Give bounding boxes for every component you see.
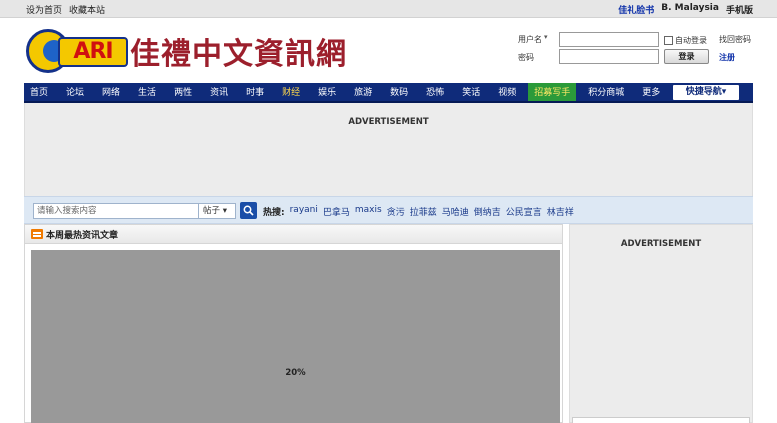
nav-item-more[interactable]: 更多 <box>636 83 666 101</box>
advertisement-label: ADVERTISEMENT <box>620 239 702 249</box>
panel-header: 本周最热资讯文章 <box>25 225 562 244</box>
nav-item-video[interactable]: 视频 <box>492 83 522 101</box>
quick-nav-button[interactable]: 快捷导航▾ <box>673 85 739 100</box>
mobile-version-link[interactable]: 手机版 <box>726 3 753 16</box>
nav-item-jokes[interactable]: 笑话 <box>456 83 486 101</box>
logo-mark: ARI <box>24 27 128 75</box>
nav-item-finance[interactable]: 财经 <box>276 83 306 101</box>
forgot-password-link[interactable]: 找回密码 <box>719 34 751 45</box>
nav-item-points-mall[interactable]: 积分商城 <box>582 83 630 101</box>
top-advertisement[interactable]: ADVERTISEMENT <box>24 103 753 196</box>
nav-item-travel[interactable]: 旅游 <box>348 83 378 101</box>
nav-item-relationship[interactable]: 两性 <box>168 83 198 101</box>
panel-title: 本周最热资讯文章 <box>46 230 119 241</box>
news-icon <box>31 229 43 239</box>
logo-chinese-name: 佳禮中文資訊網 <box>130 37 347 72</box>
header: ARI 佳禮中文資訊網 用户名 ▾ 自动登录 找回密码 密码 登录 注册 <box>24 18 753 82</box>
search-bar: 请输入搜索内容 帖子 ▾ 热搜: rayani 巴拿马 maxis 贪污 拉菲兹… <box>24 196 753 224</box>
hot-tag[interactable]: 马哈迪 <box>442 205 469 218</box>
nav-item-recruit-writers[interactable]: 招募写手 <box>528 83 577 101</box>
set-homepage-link[interactable]: 设为首页 <box>26 3 62 16</box>
quick-nav-label: 快捷导航 <box>685 87 722 97</box>
nav-item-entertainment[interactable]: 娱乐 <box>312 83 342 101</box>
auto-login-checkbox[interactable]: 自动登录 <box>664 35 707 46</box>
hot-tag[interactable]: 公民宣言 <box>506 205 542 218</box>
hot-tag[interactable]: rayani <box>290 205 318 218</box>
loading-percent: 20% <box>285 368 306 378</box>
hot-search-list: 热搜: rayani 巴拿马 maxis 贪污 拉菲兹 马哈迪 倒纳吉 公民宣言… <box>263 205 574 218</box>
username-label: 用户名 <box>518 35 542 44</box>
caret-down-icon: ▾ <box>721 87 727 97</box>
nav-item-home[interactable]: 首页 <box>24 83 54 101</box>
search-input[interactable]: 请输入搜索内容 <box>33 203 199 219</box>
top-bar: 设为首页 收藏本站 佳礼脸书 B. Malaysia 手机版 <box>0 0 777 18</box>
search-type-label: 帖子 <box>203 206 221 216</box>
logo-ari-text: ARI <box>58 37 128 67</box>
bookmark-site-link[interactable]: 收藏本站 <box>69 3 105 16</box>
nav-item-life[interactable]: 生活 <box>132 83 162 101</box>
nav-item-news[interactable]: 资讯 <box>204 83 234 101</box>
username-input[interactable] <box>559 32 659 47</box>
site-logo[interactable]: ARI 佳禮中文資訊網 <box>24 26 374 76</box>
facebook-link[interactable]: 佳礼脸书 <box>618 3 654 16</box>
password-label: 密码 <box>518 53 534 62</box>
hot-tag[interactable]: 贪污 <box>387 205 405 218</box>
side-widget-card <box>572 417 750 423</box>
nav-item-horror[interactable]: 恐怖 <box>420 83 450 101</box>
password-input[interactable] <box>559 49 659 64</box>
nav-item-current-affairs[interactable]: 时事 <box>240 83 270 101</box>
chevron-down-icon[interactable]: ▾ <box>544 33 548 41</box>
search-icon <box>243 205 254 216</box>
auto-login-label: 自动登录 <box>675 36 707 45</box>
hot-tag[interactable]: 拉菲兹 <box>410 205 437 218</box>
side-advertisement[interactable]: ADVERTISEMENT <box>569 224 753 423</box>
nav-item-internet[interactable]: 网络 <box>96 83 126 101</box>
hot-search-label: 热搜: <box>263 208 285 218</box>
hot-articles-panel: 本周最热资讯文章 20% <box>24 224 563 423</box>
top-left-links: 设为首页 收藏本站 <box>26 3 105 16</box>
caret-down-icon: ▾ <box>220 206 227 216</box>
nav-item-forum[interactable]: 论坛 <box>60 83 90 101</box>
region-link[interactable]: B. Malaysia <box>661 3 719 16</box>
search-type-select[interactable]: 帖子 ▾ <box>199 203 236 219</box>
login-button[interactable]: 登录 <box>664 49 709 64</box>
register-link[interactable]: 注册 <box>719 52 735 63</box>
nav-item-digital[interactable]: 数码 <box>384 83 414 101</box>
checkbox-icon[interactable] <box>664 36 673 45</box>
advertisement-label: ADVERTISEMENT <box>348 117 429 127</box>
loading-placeholder: 20% <box>31 250 560 423</box>
hot-tag[interactable]: 倒纳吉 <box>474 205 501 218</box>
hot-tag[interactable]: maxis <box>355 205 382 218</box>
search-button[interactable] <box>240 202 257 219</box>
hot-tag[interactable]: 林吉祥 <box>547 205 574 218</box>
hot-tag[interactable]: 巴拿马 <box>323 205 350 218</box>
top-right-links: 佳礼脸书 B. Malaysia 手机版 <box>618 3 753 16</box>
main-nav: 首页 论坛 网络 生活 两性 资讯 时事 财经 娱乐 旅游 数码 恐怖 笑话 视… <box>24 83 753 103</box>
